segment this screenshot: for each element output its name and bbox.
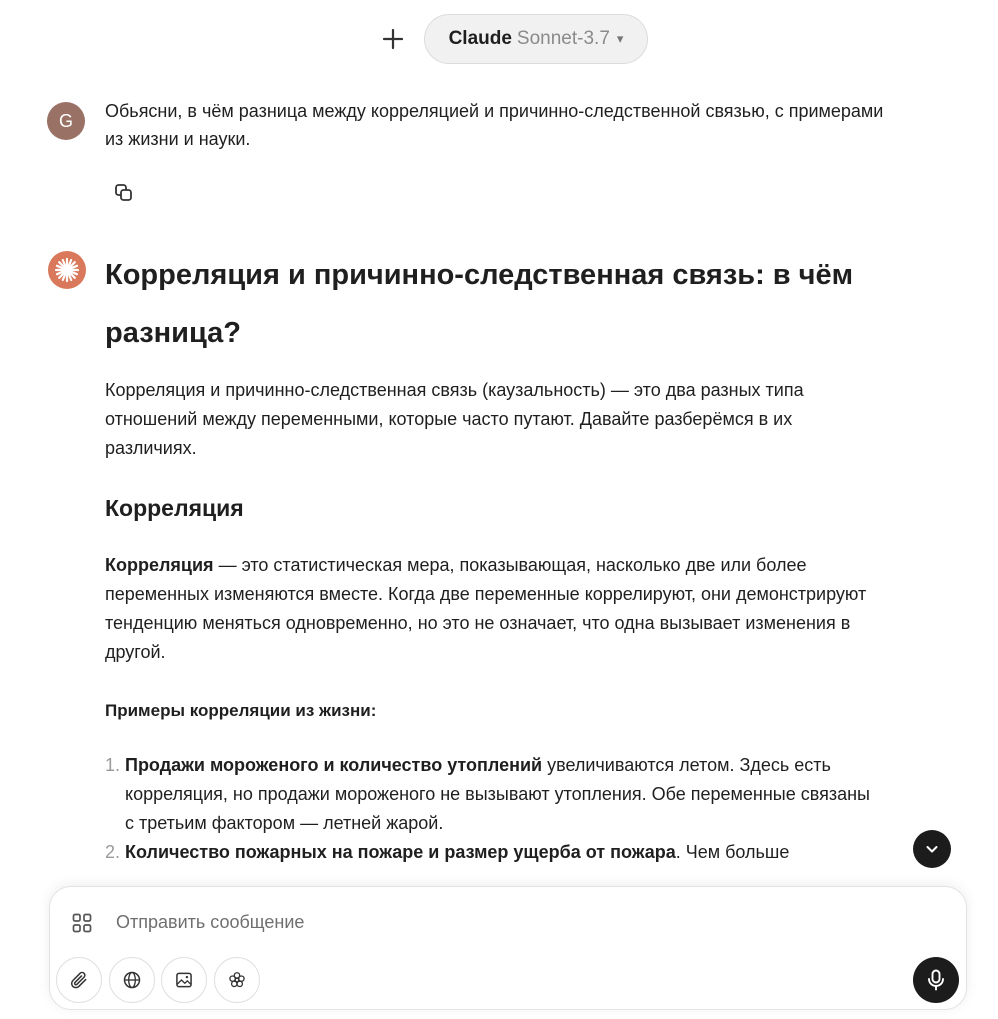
model-selector[interactable]: Claude Sonnet-3.7 ▾ — [424, 14, 648, 64]
examples-list: Продажи мороженого и количество утоплени… — [105, 751, 880, 867]
claude-starburst-icon — [54, 257, 80, 283]
plus-icon — [382, 28, 404, 50]
message-input[interactable] — [116, 905, 896, 939]
globe-icon — [123, 971, 141, 989]
example-bold: Количество пожарных на пожаре и размер у… — [125, 842, 676, 862]
attach-file-button[interactable] — [56, 957, 102, 1003]
response-title: Корреляция и причинно-следственная связь… — [105, 259, 854, 349]
copy-button[interactable] — [112, 181, 136, 205]
apps-grid-icon — [72, 913, 92, 933]
microphone-icon — [928, 969, 944, 991]
copy-icon — [115, 184, 132, 201]
new-chat-button[interactable] — [378, 24, 408, 54]
list-item: Продажи мороженого и количество утоплени… — [125, 751, 880, 838]
image-icon — [176, 972, 192, 988]
scroll-to-bottom-button[interactable] — [913, 830, 951, 868]
paperclip-icon — [70, 971, 87, 989]
response-intro: Корреляция и причинно-следственная связь… — [105, 380, 804, 458]
user-avatar: G — [47, 102, 85, 140]
example-text: . Чем больше — [675, 842, 790, 862]
top-bar: Claude Sonnet-3.7 ▾ — [0, 14, 998, 64]
definition-text: — это статистическая мера, показывающая,… — [105, 555, 867, 662]
example-bold: Продажи мороженого и количество утоплени… — [125, 755, 543, 775]
assistant-response: Корреляция и причинно-следственная связь… — [105, 246, 880, 867]
image-button[interactable] — [161, 957, 207, 1003]
correlation-definition: Корреляция — это статистическая мера, по… — [105, 551, 880, 667]
web-search-button[interactable] — [109, 957, 155, 1003]
claude-avatar — [48, 251, 86, 289]
message-composer — [49, 886, 967, 1010]
tools-button[interactable] — [214, 957, 260, 1003]
apps-button[interactable] — [70, 911, 94, 935]
flower-icon — [229, 972, 245, 988]
section-heading-correlation: Корреляция — [105, 495, 244, 521]
user-message: Обьясни, в чём разница между корреляцией… — [105, 101, 884, 149]
examples-heading: Примеры корреляции из жизни: — [105, 701, 377, 720]
list-item: Количество пожарных на пожаре и размер у… — [125, 838, 880, 867]
definition-term: Корреляция — [105, 555, 214, 575]
chevron-down-icon — [926, 846, 938, 853]
model-version: Sonnet-3.7 — [516, 28, 610, 49]
chevron-down-icon: ▾ — [616, 31, 624, 46]
model-name: Claude — [448, 28, 512, 49]
voice-input-button[interactable] — [913, 957, 959, 1003]
